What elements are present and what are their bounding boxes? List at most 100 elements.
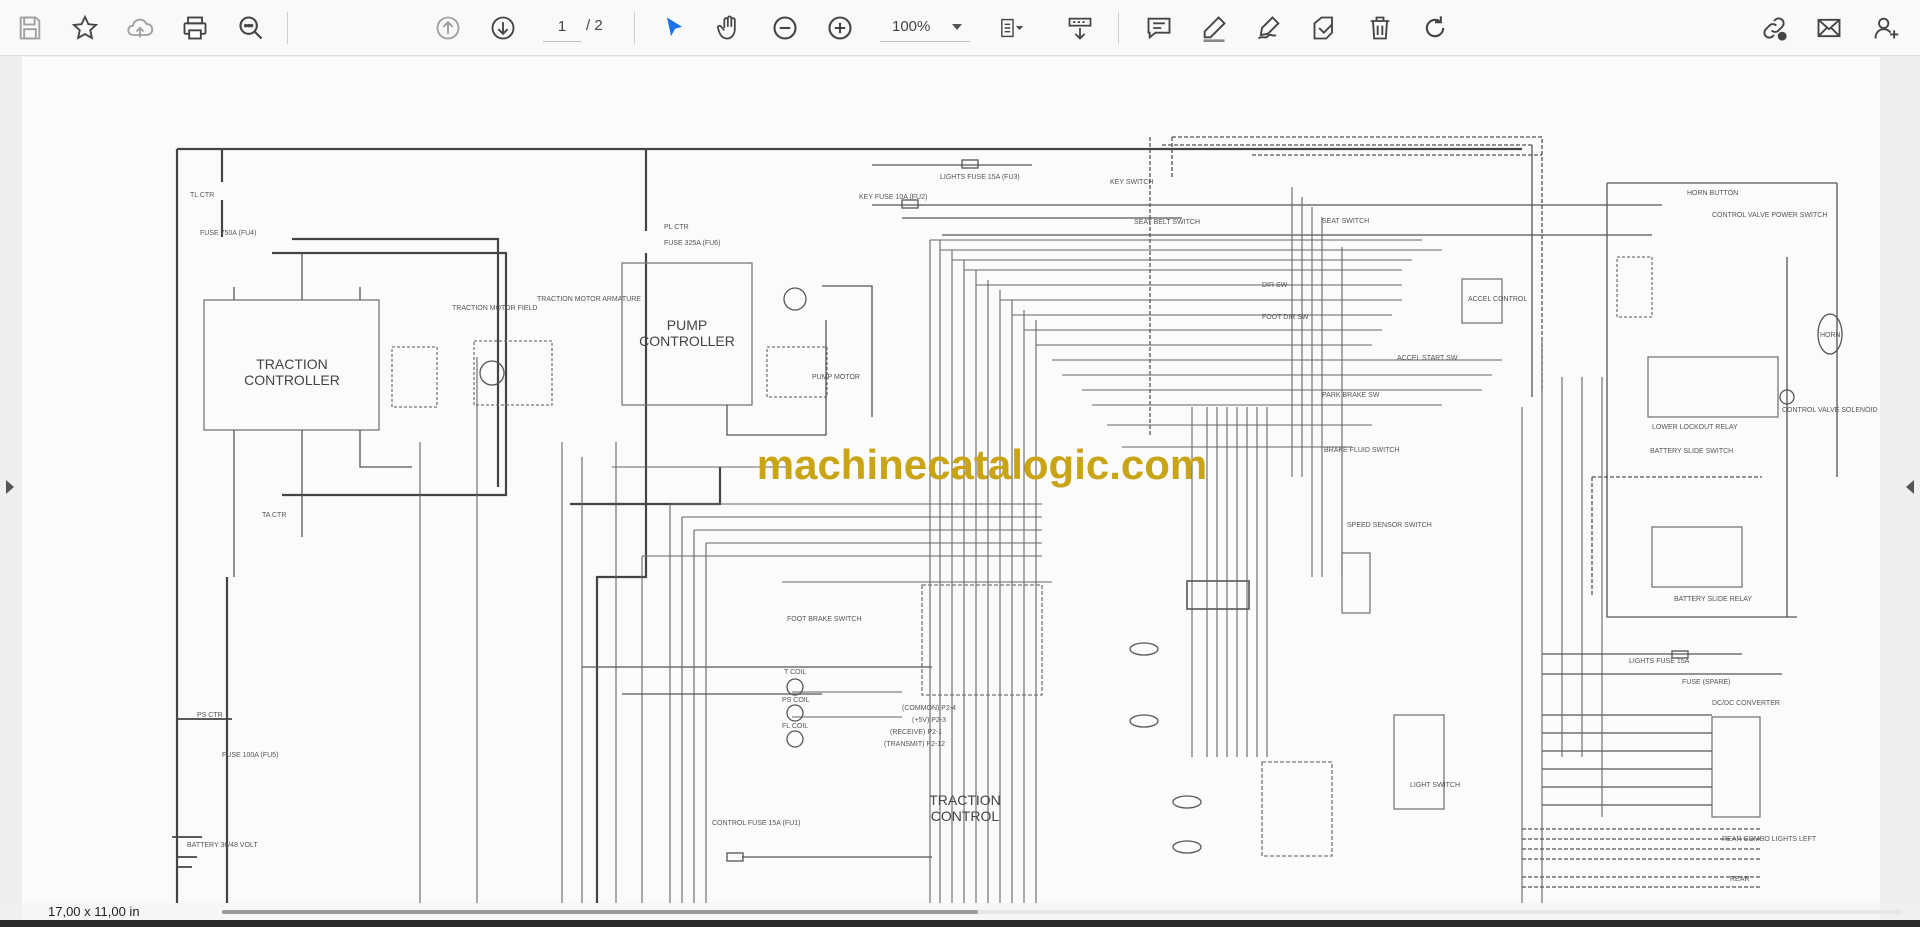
comment-icon[interactable] (1141, 10, 1177, 46)
right-lower-connectors: LIGHTS FUSE 15A FUSE (SPARE) DC/DC CONVE… (1522, 650, 1817, 888)
page-layout-icon[interactable] (1062, 10, 1098, 46)
pump-controller-box: PUMP CONTROLLER PUMP MOTOR PL CTR FUSE 3… (621, 224, 873, 436)
lower-left-wires (641, 503, 1052, 903)
delete-icon[interactable] (1362, 10, 1398, 46)
status-bar: 17,00 x 11,00 in (22, 903, 1902, 920)
transmit-label: (TRANSMIT) P2-12 (884, 741, 945, 748)
fuse-750a-label: FUSE 750A (FU4) (200, 230, 256, 237)
traction-control-label-1: TRACTION (929, 792, 1001, 808)
page-number-input[interactable] (543, 12, 581, 42)
control-valve-power-switch-label: CONTROL VALVE POWER SWITCH (1712, 212, 1827, 219)
page-total-label: / 2 (586, 17, 603, 34)
pump-motor-label: PUMP MOTOR (812, 374, 860, 381)
toolbar-separator (287, 12, 288, 44)
ps-ctr-label: PS CTR (197, 712, 223, 719)
ps-coil-label: PS COIL (782, 697, 810, 704)
upload-cloud-icon[interactable] (122, 10, 158, 46)
zoom-value: 100% (892, 18, 931, 35)
main-bus-wires (175, 147, 1522, 903)
seat-belt-switch-label: SEAT BELT SWITCH (1134, 219, 1200, 226)
right-panel-toggle-area (1880, 57, 1920, 903)
control-valve-solenoid-label: CONTROL VALVE SOLENOID (1782, 407, 1878, 414)
fuse-spare-label: FUSE (SPARE) (1682, 679, 1731, 686)
previous-page-icon[interactable] (430, 10, 466, 46)
email-icon[interactable] (1811, 10, 1847, 46)
horizontal-scrollbar[interactable] (222, 910, 1902, 914)
lights-fuse-15a-label: LIGHTS FUSE 15A (1629, 658, 1690, 665)
traction-motor-field-label: TRACTION MOTOR FIELD (452, 305, 537, 312)
fuse-325a-label: FUSE 325A (FU6) (664, 240, 720, 247)
key-switch-label: KEY SWITCH (1110, 179, 1153, 186)
brake-fluid-switch-label: BRAKE FLUID SWITCH (1324, 447, 1399, 454)
foot-brake-switch-label: FOOT BRAKE SWITCH (787, 616, 862, 623)
park-brake-sw-label: PARK BRAKE SW (1322, 392, 1380, 399)
horizontal-scrollbar-thumb[interactable] (222, 910, 978, 914)
rear-label: REAR (1730, 876, 1749, 883)
battery-slide-relay-label: BATTERY SLIDE RELAY (1674, 596, 1752, 603)
hand-pan-icon[interactable] (711, 10, 747, 46)
plus5v-label: (+5V) P2-3 (912, 717, 946, 724)
horn-button-label: HORN BUTTON (1687, 190, 1738, 197)
light-switch-label: LIGHT SWITCH (1410, 782, 1460, 789)
rotate-icon[interactable] (1417, 10, 1453, 46)
dir-sw-label: DIR SW (1262, 282, 1288, 289)
key-fuse-label: KEY FUSE 10A (FU2) (859, 194, 927, 201)
foot-dir-sw-label: FOOT DIR SW (1262, 314, 1309, 321)
save-icon[interactable] (12, 10, 48, 46)
traction-controller-label-2: CONTROLLER (244, 372, 340, 388)
expand-right-panel-icon[interactable] (1906, 480, 1914, 494)
fit-page-icon[interactable] (990, 10, 1036, 46)
fl-coil-label: FL COIL (782, 723, 808, 730)
page-size-label: 17,00 x 11,00 in (48, 904, 140, 919)
rear-combo-lights-left-label: REAR COMBO LIGHTS LEFT (1722, 836, 1817, 843)
lower-lockout-relay-label: LOWER LOCKOUT RELAY (1652, 424, 1738, 431)
taskbar-edge (0, 920, 1920, 927)
draw-signature-icon[interactable] (1251, 10, 1287, 46)
pump-controller-label-1: PUMP (667, 317, 707, 333)
highlight-pen-icon[interactable] (1196, 10, 1232, 46)
battery-label: BATTERY 36/48 VOLT (187, 842, 258, 849)
t-coil-label: T COIL (784, 669, 807, 676)
traction-control-label-2: CONTROL (931, 808, 1000, 824)
fuse-100a-label: FUSE 100A (FU5) (222, 752, 278, 759)
traction-controller-box: TRACTION CONTROLLER TRACTION MOTOR FIELD… (203, 253, 641, 577)
document-page[interactable]: TRACTION CONTROLLER TRACTION MOTOR FIELD… (22, 57, 1880, 903)
pl-ctr-label: PL CTR (664, 224, 689, 231)
bookmark-star-icon[interactable] (67, 10, 103, 46)
pump-controller-label-2: CONTROLLER (639, 333, 735, 349)
toolbar-separator (634, 12, 635, 44)
select-cursor-icon[interactable] (656, 10, 692, 46)
zoom-select[interactable]: 100% (880, 12, 970, 42)
traction-motor-armature-label: TRACTION MOTOR ARMATURE (537, 296, 641, 303)
left-column-labels: TL CTR FUSE 750A (FU4) TA CTR PS CTR FUS… (187, 192, 286, 849)
zoom-out-icon[interactable] (767, 10, 803, 46)
dc-dc-converter-label: DC/DC CONVERTER (1712, 700, 1780, 707)
expand-left-panel-icon[interactable] (6, 480, 14, 494)
add-user-icon[interactable] (1868, 10, 1904, 46)
accel-start-sw-label: ACCEL START SW (1397, 355, 1458, 362)
receive-label: (RECEIVE) P2-1 (890, 729, 942, 736)
watermark-text: machinecatalogic.com (756, 441, 1208, 488)
common-label: (COMMON) P2-4 (902, 705, 956, 712)
chevron-down-icon (952, 24, 962, 30)
accel-control-label: ACCEL CONTROL (1468, 296, 1527, 303)
lights-fuse-label: LIGHTS FUSE 15A (FU3) (940, 174, 1020, 181)
zoom-in-icon[interactable] (822, 10, 858, 46)
center-modules: SPEED SENSOR SWITCH LIGHT SWITCH PARK BR… (1129, 278, 1527, 857)
speed-sensor-switch-label: SPEED SENSOR SWITCH (1347, 522, 1432, 529)
harness-wires (929, 187, 1603, 903)
pdf-viewer-window: / 2 100% (0, 0, 1920, 927)
tl-ctr-label: TL CTR (190, 192, 214, 199)
traction-control-area: TRACTION CONTROL (COMMON) P2-4 (+5V) P2-… (582, 584, 1043, 862)
toolbar: / 2 100% (0, 0, 1920, 56)
find-zoom-icon[interactable] (233, 10, 269, 46)
print-icon[interactable] (177, 10, 213, 46)
traction-controller-label-1: TRACTION (256, 356, 328, 372)
ta-ctr-label: TA CTR (262, 512, 286, 519)
share-link-icon[interactable] (1756, 10, 1792, 46)
next-page-icon[interactable] (485, 10, 521, 46)
toolbar-separator (1118, 12, 1119, 44)
seat-switch-label: SEAT SWITCH (1322, 218, 1369, 225)
battery-slide-switch-label: BATTERY SLIDE SWITCH (1650, 448, 1733, 455)
stamp-icon[interactable] (1307, 10, 1343, 46)
